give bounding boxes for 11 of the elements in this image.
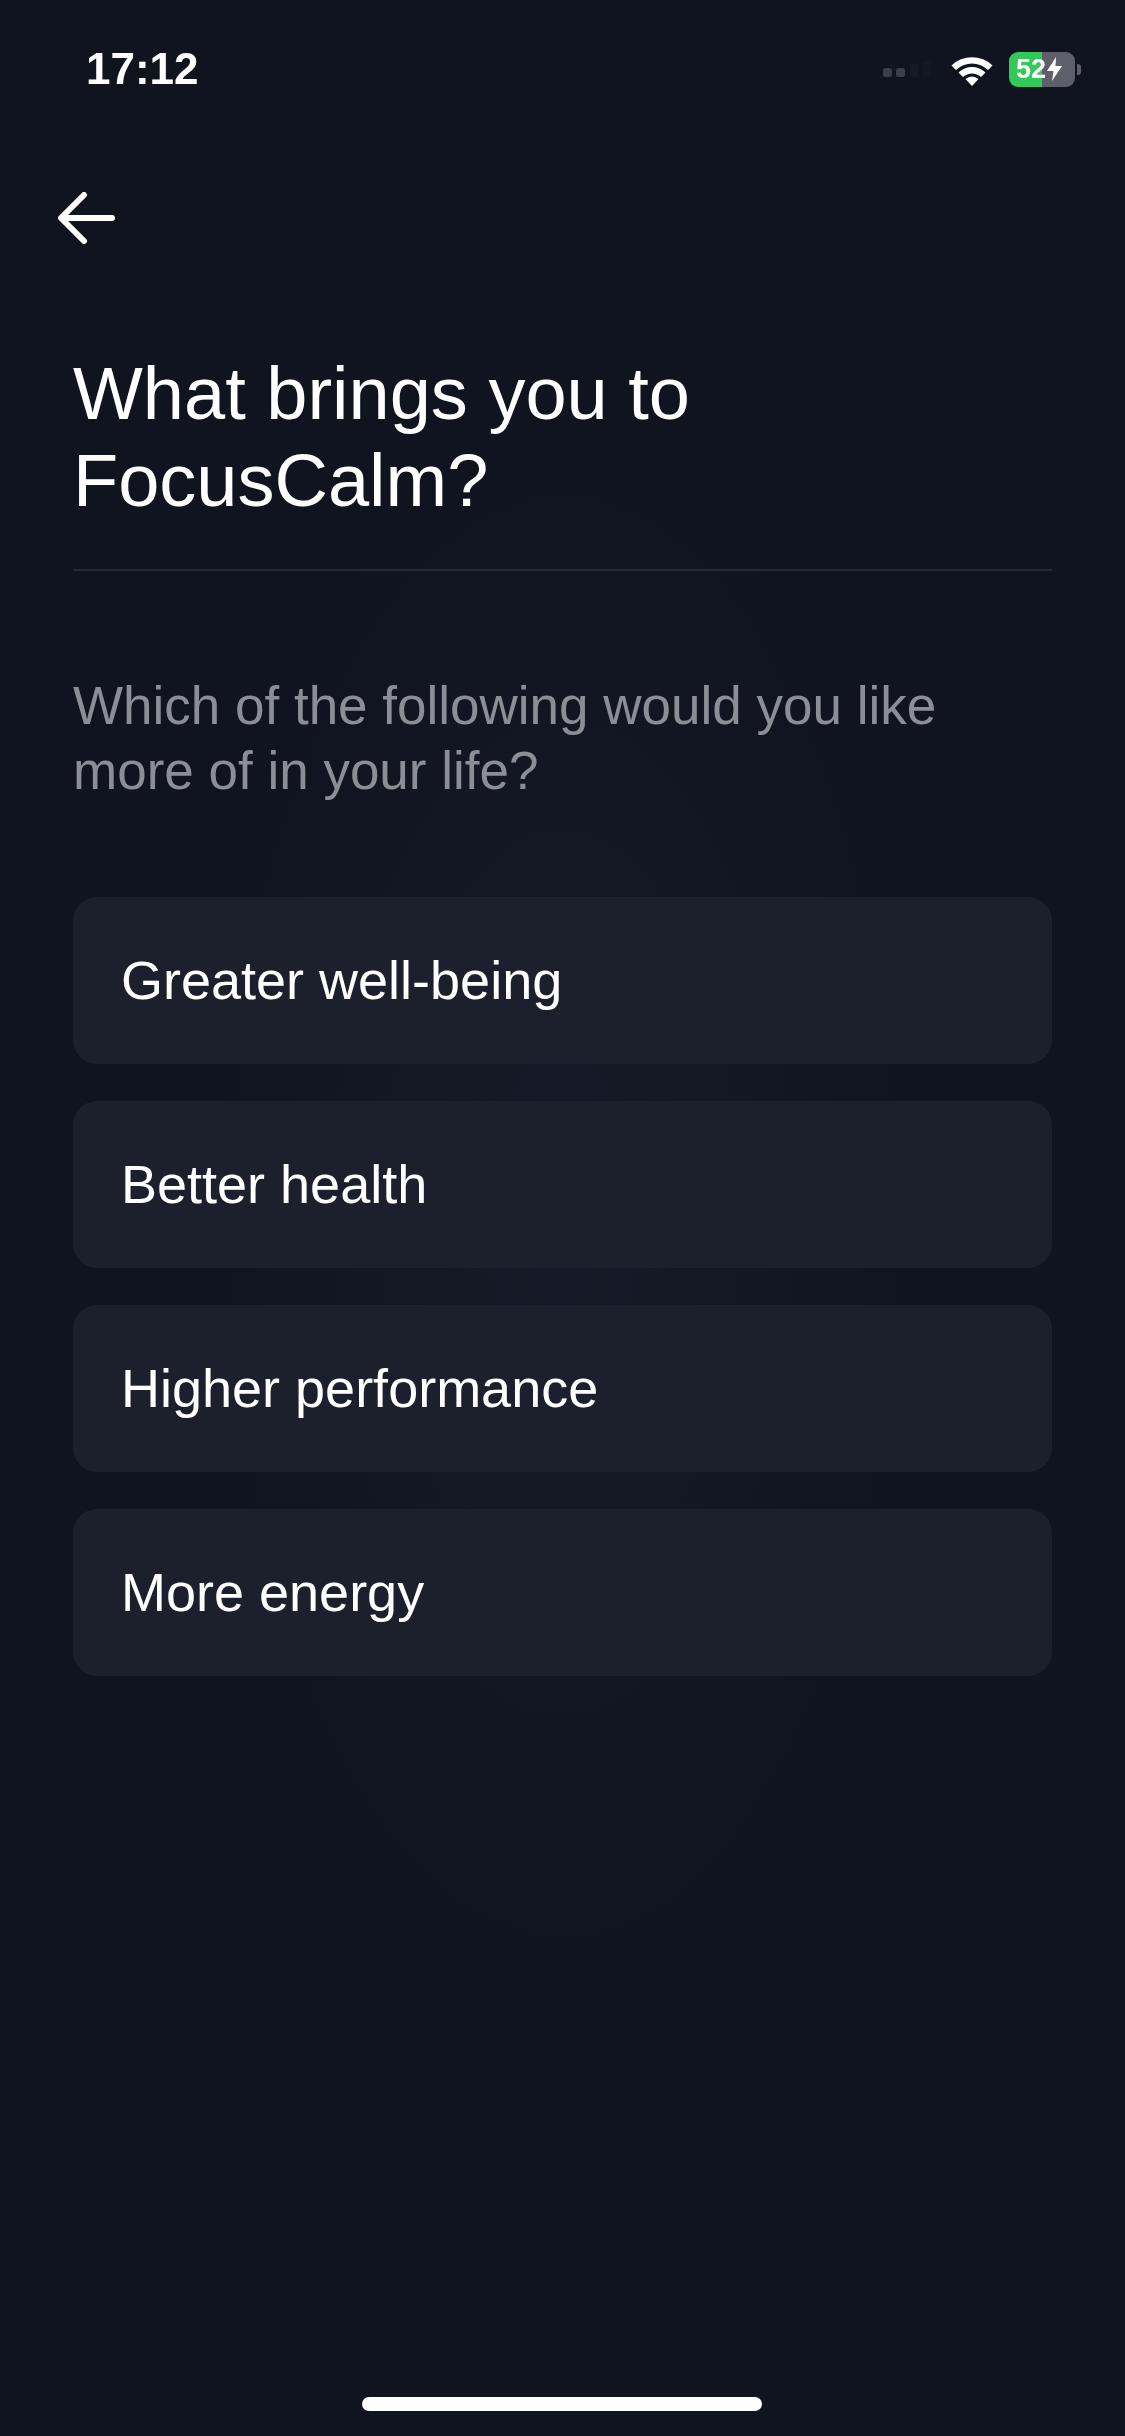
battery-percentage: 52 [1016,55,1047,83]
option-button[interactable]: Better health [73,1101,1052,1268]
option-button[interactable]: More energy [73,1509,1052,1676]
option-button[interactable]: Greater well-being [73,897,1052,1064]
option-button[interactable]: Higher performance [73,1305,1052,1472]
status-time: 17:12 [86,47,199,91]
bolt-icon [1047,57,1063,81]
page-title: What brings you to FocusCalm? [73,351,691,524]
back-button[interactable] [57,192,115,244]
question-text: Which of the following would you like more of in your life? [73,675,938,802]
back-arrow-icon [57,192,115,244]
